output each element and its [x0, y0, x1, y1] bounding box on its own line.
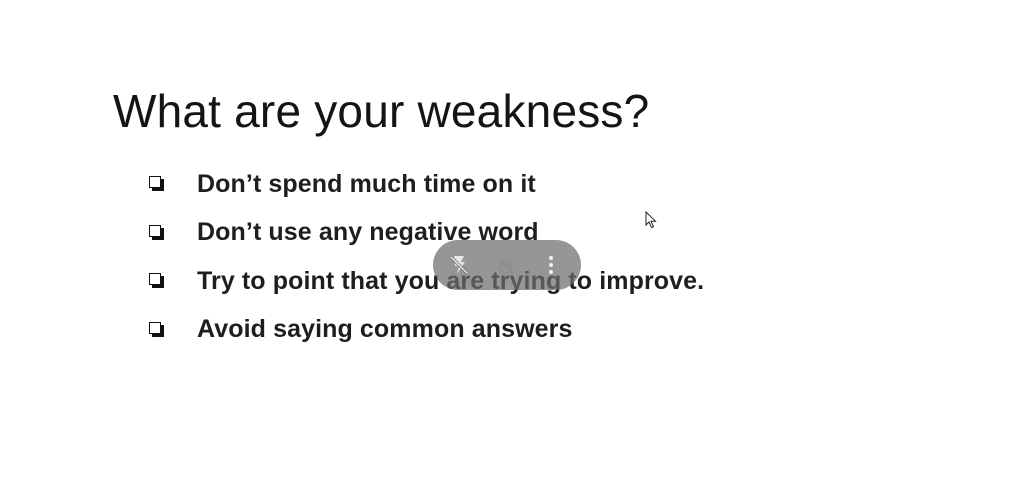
- hand-off-icon: [496, 256, 514, 274]
- bullet-text: Don’t spend much time on it: [197, 169, 536, 198]
- no-flash-icon: [449, 255, 469, 275]
- list-item: Don’t spend much time on it: [146, 160, 704, 209]
- list-item: Try to point that you are trying to impr…: [146, 257, 704, 306]
- checkbox-icon: [146, 223, 168, 243]
- presentation-slide: What are your weakness? Don’t spend much…: [0, 0, 1024, 483]
- list-item: Don’t use any negative word: [146, 209, 704, 258]
- no-flash-button[interactable]: [445, 251, 473, 279]
- hand-off-button[interactable]: [491, 251, 519, 279]
- bullet-list: Don’t spend much time on it Don’t use an…: [146, 160, 704, 354]
- more-vertical-icon: [549, 256, 553, 274]
- mouse-pointer-icon: [645, 211, 657, 229]
- checkbox-icon: [146, 320, 168, 340]
- slide-title: What are your weakness?: [113, 85, 650, 137]
- checkbox-icon: [146, 271, 168, 291]
- floating-control-toolbar: [433, 240, 581, 290]
- more-options-button[interactable]: [537, 251, 565, 279]
- bullet-text: Avoid saying common answers: [197, 315, 573, 344]
- checkbox-icon: [146, 174, 168, 194]
- list-item: Avoid saying common answers: [146, 306, 704, 355]
